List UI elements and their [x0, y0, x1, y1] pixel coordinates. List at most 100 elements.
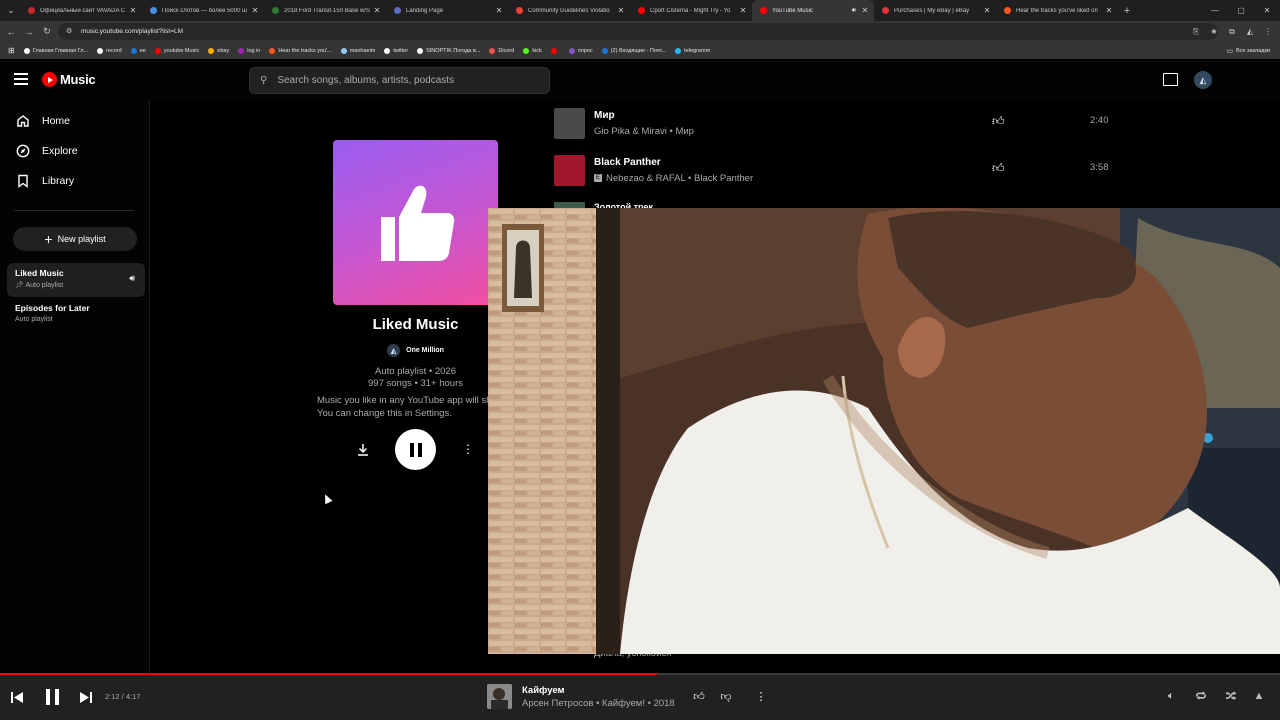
bookmark-item[interactable]: опрос: [568, 47, 593, 54]
menu-icon[interactable]: [14, 73, 28, 85]
bookmark-item[interactable]: log in: [238, 47, 260, 54]
now-playing-subtitle[interactable]: Арсен Петросов • Кайфуем! • 2018: [522, 698, 675, 709]
bookmark-label: (2) Входящие - Почт...: [610, 47, 667, 54]
sidebar-item-explore[interactable]: Explore: [15, 143, 78, 158]
tab-close-icon[interactable]: ✕: [372, 6, 382, 15]
maximize-icon[interactable]: ▢: [1228, 0, 1254, 21]
bookmark-favicon-icon: [523, 47, 530, 54]
pause-button[interactable]: [40, 685, 64, 709]
track-artist-album[interactable]: Gio Pika & Miravi • Мир: [594, 126, 694, 137]
browser-tab[interactable]: Официальный сайт VAVADA C ✕: [20, 0, 142, 21]
tab-close-icon[interactable]: ✕: [128, 6, 138, 15]
track-artist-album[interactable]: E Nebezao & RAFAL • Black Panther: [594, 173, 753, 184]
like-icon[interactable]: 👍︎: [992, 114, 1005, 129]
tab-close-icon[interactable]: ✕: [1104, 6, 1114, 15]
back-icon[interactable]: ←: [2, 23, 20, 41]
now-playing-title[interactable]: Кайфуем: [522, 685, 565, 696]
bookmark-item[interactable]: Главная Главная Гл...: [23, 47, 88, 54]
bookmark-item[interactable]: kick: [523, 47, 542, 54]
cast-icon[interactable]: [1163, 73, 1178, 86]
site-info-icon[interactable]: ⚙: [66, 27, 75, 36]
bookmark-item[interactable]: twitter: [384, 47, 408, 54]
profile-icon[interactable]: ◭: [1244, 27, 1256, 36]
sidebar-playlist-episodes-for-later[interactable]: Episodes for Later Auto playlist: [7, 298, 145, 332]
like-button[interactable]: 👍︎: [690, 687, 708, 705]
bookmark-item[interactable]: (2) Входящие - Почт...: [601, 47, 667, 54]
repeat-icon[interactable]: 🔁︎: [1192, 687, 1210, 705]
previous-button[interactable]: [8, 688, 26, 706]
sidebar-item-library[interactable]: Library: [15, 173, 74, 188]
sidebar-playlist-liked-music[interactable]: Liked Music 📌︎ Auto playlist 🔊︎: [7, 263, 145, 297]
bookmark-item[interactable]: Dicord: [489, 47, 514, 54]
dislike-button[interactable]: 👎︎: [717, 687, 735, 705]
playlist-owner[interactable]: ◭ One Million: [333, 344, 498, 357]
address-bar[interactable]: ⚙ music.youtube.com/playlist?list=LM: [58, 23, 1218, 40]
explicit-icon: E: [594, 174, 602, 183]
apps-icon[interactable]: ⊞: [8, 46, 15, 55]
browser-tab[interactable]: Поиск слотов — более 5000 ш ✕: [142, 0, 264, 21]
tab-close-icon[interactable]: ✕: [738, 6, 748, 15]
bookmark-item[interactable]: record: [97, 47, 122, 54]
search-input[interactable]: ⚲ Search songs, albums, artists, podcast…: [249, 67, 550, 94]
bookmark-item[interactable]: SINOPTIK Погода в...: [417, 47, 480, 54]
track-title[interactable]: Black Panther: [594, 157, 661, 168]
tab-close-icon[interactable]: ✕: [616, 6, 626, 15]
sidebar-item-home[interactable]: Home: [15, 113, 70, 128]
tab-close-icon[interactable]: ✕: [250, 6, 260, 15]
track-row[interactable]: Мир Gio Pika & Miravi • Мир 👍︎ 2:40: [554, 108, 1114, 140]
tab-title: YouTube Music: [772, 7, 813, 14]
minimize-icon[interactable]: —: [1202, 0, 1228, 21]
track-thumbnail[interactable]: [554, 155, 585, 186]
bookmark-label: Hear the tracks you'...: [278, 47, 332, 54]
browser-menu-icon[interactable]: ⋮: [1262, 27, 1274, 36]
forward-icon[interactable]: →: [20, 23, 38, 41]
pause-playlist-button[interactable]: [395, 429, 436, 470]
next-button[interactable]: [77, 688, 95, 706]
more-options-icon[interactable]: ⋮: [457, 438, 479, 460]
bookmark-item[interactable]: manhaeim: [340, 47, 375, 54]
bookmark-star-icon[interactable]: ★: [1208, 27, 1220, 36]
all-bookmarks-button[interactable]: ▭ Все закладки: [1226, 42, 1270, 59]
tab-close-icon[interactable]: ✕: [860, 6, 870, 15]
reload-icon[interactable]: ↻: [38, 23, 56, 41]
shuffle-icon[interactable]: 🔀︎: [1222, 687, 1240, 705]
bookmark-item[interactable]: [550, 47, 560, 54]
bookmark-item[interactable]: telegramm: [675, 47, 710, 54]
tab-audio-icon[interactable]: 🔊︎: [852, 7, 856, 15]
browser-tab[interactable]: Community Guidelines Violatio ✕: [508, 0, 630, 21]
track-row[interactable]: Black Panther E Nebezao & RAFAL • Black P…: [554, 155, 1114, 187]
browser-tab[interactable]: Landing Page ✕: [386, 0, 508, 21]
download-button[interactable]: [352, 438, 374, 460]
bookmark-label: kick: [532, 47, 542, 54]
track-thumbnail[interactable]: [554, 108, 585, 139]
extensions-icon[interactable]: ⧉: [1226, 27, 1238, 37]
tab-close-icon[interactable]: ✕: [982, 6, 992, 15]
like-icon[interactable]: 👍︎: [992, 161, 1005, 176]
bookmark-item[interactable]: youtube Music: [154, 47, 199, 54]
browser-tab[interactable]: Hear the tracks you've liked on ✕: [996, 0, 1118, 21]
bookmark-favicon-icon: [340, 47, 347, 54]
now-playing-speaker-icon[interactable]: 🔊︎: [129, 273, 135, 284]
tab-search-icon[interactable]: ⌄: [2, 2, 20, 20]
bookmark-item[interactable]: Hear the tracks you'...: [269, 47, 332, 54]
youtube-music-logo[interactable]: Music: [42, 72, 96, 87]
browser-tab[interactable]: 2018 Ford Transit-150 Base w/S ✕: [264, 0, 386, 21]
expand-player-icon[interactable]: ▲: [1250, 687, 1268, 705]
track-duration: 2:40: [1090, 115, 1109, 126]
avatar[interactable]: ◭: [1194, 71, 1212, 89]
close-window-icon[interactable]: ✕: [1254, 0, 1280, 21]
bookmark-item[interactable]: ebay: [208, 47, 229, 54]
tab-close-icon[interactable]: ✕: [494, 6, 504, 15]
install-app-icon[interactable]: ⎘: [1190, 27, 1202, 37]
bookmark-item[interactable]: ee: [130, 47, 146, 54]
now-playing-thumbnail[interactable]: [487, 684, 512, 709]
browser-tab[interactable]: Cport Cistema - Might Try - Yo ✕: [630, 0, 752, 21]
browser-tab[interactable]: YouTube Music 🔊︎ ✕: [752, 0, 874, 21]
new-tab-button[interactable]: +: [1118, 5, 1136, 17]
volume-icon[interactable]: 🔈︎: [1162, 687, 1180, 705]
new-playlist-button[interactable]: + New playlist: [13, 227, 137, 251]
track-title[interactable]: Мир: [594, 110, 615, 121]
more-options-icon[interactable]: ⋮: [752, 687, 770, 705]
browser-tab[interactable]: Purchases | My eBay | eBay ✕: [874, 0, 996, 21]
playlist-count-duration: 997 songs • 31+ hours: [368, 378, 463, 389]
